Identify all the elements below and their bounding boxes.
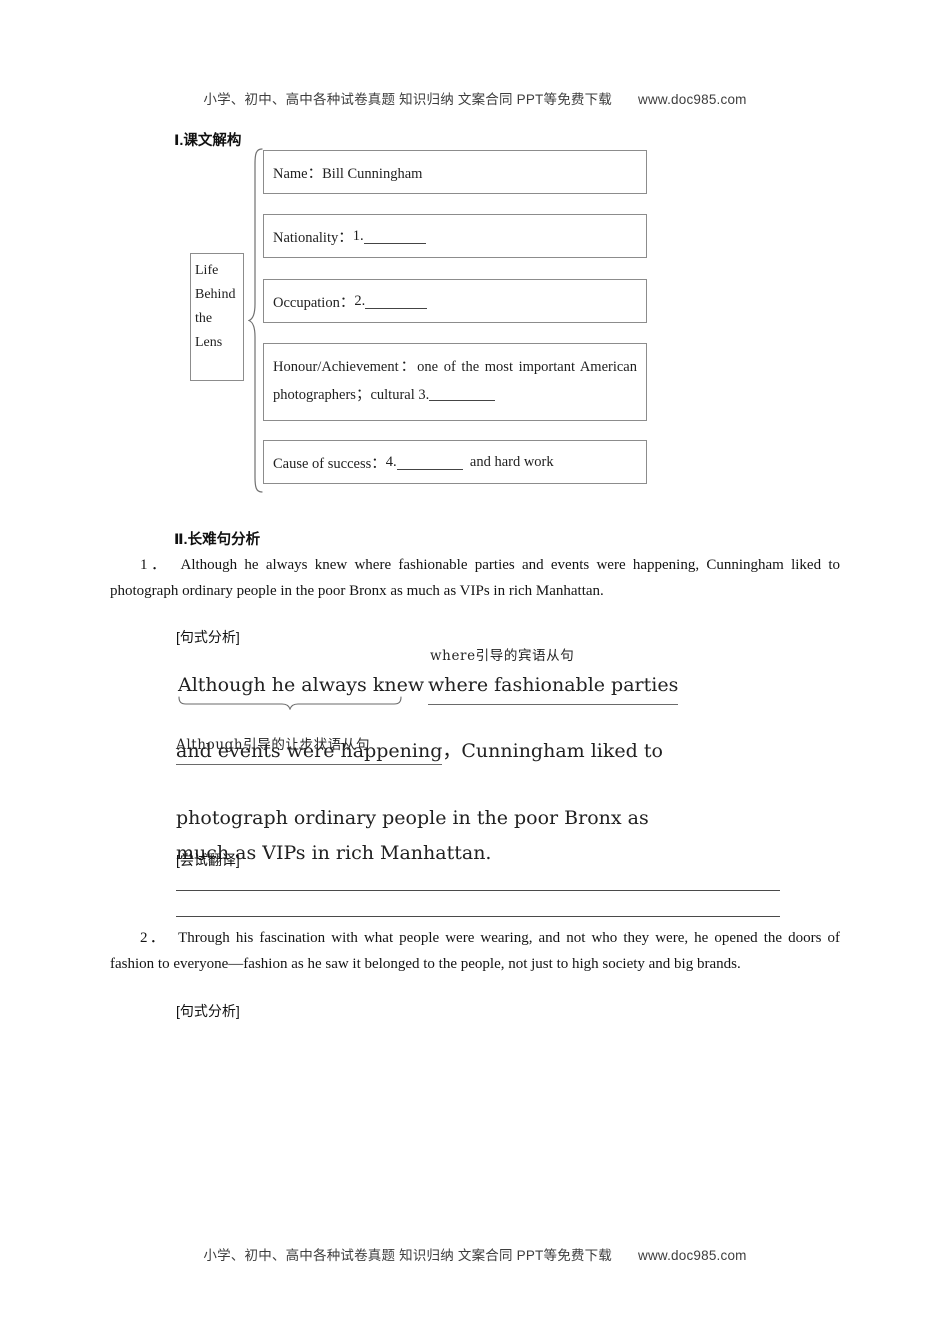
- sentence-two-number: 2．: [140, 930, 168, 946]
- blank-line-4: [396, 454, 463, 470]
- document-page: 小学、初中、高中各种试卷真题 知识归纳 文案合同 PPT等免费下载 www.doc…: [0, 0, 950, 1344]
- sentence-one-text: Although he always knew where fashionabl…: [110, 557, 840, 599]
- breakdown-line2-underlined: and events were happening: [176, 740, 443, 765]
- translate-label: [尝试翻译]: [176, 852, 240, 868]
- topic-line-2: Behind: [195, 287, 236, 302]
- running-footer: 小学、初中、高中各种试卷真题 知识归纳 文案合同 PPT等免费下载 www.doc…: [0, 1244, 950, 1264]
- diagram-item-occupation: Occupation： 2.: [263, 279, 647, 323]
- text-structure-diagram: Life Behind the Lens Name：Bill Cunningha…: [190, 148, 660, 493]
- sentence-two-text: Through his fascination with what people…: [110, 930, 840, 972]
- running-header-site: www.doc985.com: [638, 92, 747, 107]
- diagram-item-name-text: Name：Bill Cunningham: [273, 165, 423, 182]
- diagram-item-cause-suffix: and hard work: [469, 453, 554, 470]
- diagram-item-cause-number: 4.: [385, 453, 397, 470]
- breakdown-line2-rest: ，Cunningham liked to: [442, 740, 663, 762]
- sentence-two-analysis-label: [句式分析]: [176, 1003, 240, 1019]
- section-one-heading: Ⅰ.课文解构: [174, 133, 242, 149]
- diagram-item-name: Name：Bill Cunningham: [263, 150, 647, 194]
- running-footer-text: 小学、初中、高中各种试卷真题 知识归纳 文案合同 PPT等免费下载: [203, 1248, 612, 1263]
- breakdown-line2: and events were happening，Cunningham lik…: [176, 734, 663, 768]
- blank-line-1: [363, 228, 426, 244]
- blank-line-2: [365, 293, 428, 309]
- sentence-two-paragraph: 2． Through his fascination with what peop…: [110, 925, 840, 977]
- underbrace-icon: [178, 696, 402, 710]
- diagram-item-occupation-number: 2.: [354, 292, 366, 309]
- diagram-item-cause: Cause of success： 4. and hard work: [263, 440, 647, 484]
- diagram-item-cause-label: Cause of success：: [273, 455, 386, 472]
- section-two-heading: Ⅱ.长难句分析: [174, 532, 261, 548]
- diagram-item-nationality: Nationality： 1.: [263, 214, 647, 258]
- running-header: 小学、初中、高中各种试卷真题 知识归纳 文案合同 PPT等免费下载 www.doc…: [0, 88, 950, 108]
- sentence-one-number: 1．: [140, 557, 170, 573]
- diagram-item-occupation-label: Occupation：: [273, 294, 355, 311]
- sentence-one-analysis-label: [句式分析]: [176, 629, 240, 645]
- diagram-item-nationality-number: 1.: [352, 227, 364, 244]
- diagram-item-honour: Honour/Achievement：one of the most impor…: [263, 343, 647, 421]
- topic-line-1: Life: [195, 263, 219, 278]
- sentence-one-paragraph: 1． Although he always knew where fashiona…: [110, 552, 840, 604]
- running-header-text: 小学、初中、高中各种试卷真题 知识归纳 文案合同 PPT等免费下载: [203, 92, 612, 107]
- breakdown-line3: photograph ordinary people in the poor B…: [176, 807, 649, 829]
- curly-brace-icon: [248, 148, 264, 493]
- breakdown-note-object-clause: where引导的宾语从句: [430, 648, 575, 664]
- diagram-item-honour-number: 3.: [418, 387, 430, 403]
- blank-line-3: [429, 386, 496, 401]
- topic-line-4: Lens: [195, 335, 223, 350]
- diagram-item-nationality-label: Nationality：: [273, 229, 353, 246]
- topic-line-3: the: [195, 311, 213, 326]
- diagram-topic-box: Life Behind the Lens: [190, 253, 244, 381]
- answer-rule-line-1[interactable]: [176, 890, 780, 891]
- breakdown-line1-right: where fashionable parties: [428, 668, 679, 705]
- answer-rule-line-2[interactable]: [176, 916, 780, 917]
- running-footer-site: www.doc985.com: [638, 1248, 747, 1263]
